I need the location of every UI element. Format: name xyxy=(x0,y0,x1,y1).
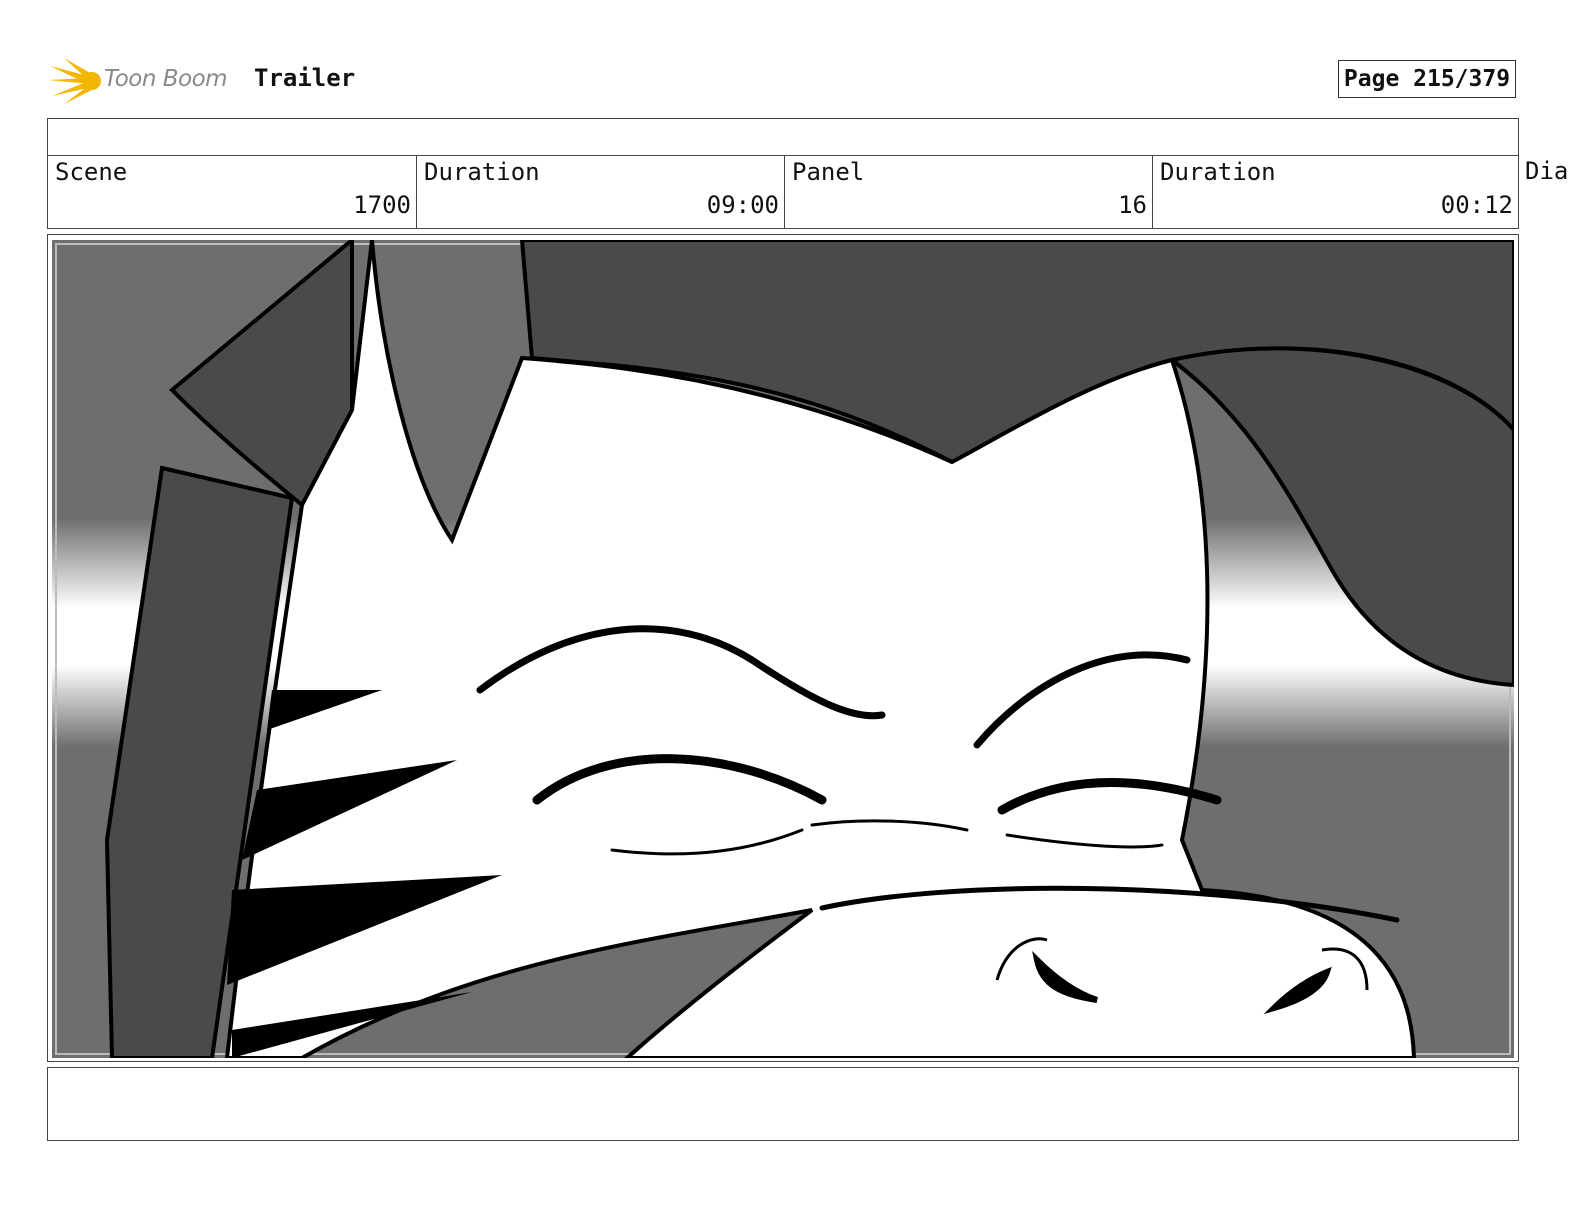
page-number: Page 215/379 xyxy=(1338,60,1516,98)
dialogue-label-clipped: Dia xyxy=(1525,157,1569,185)
panel-duration-cell: Duration 00:12 xyxy=(1152,156,1518,228)
toon-boom-logo: Toon Boom xyxy=(48,52,240,108)
logo-wordmark: Toon Boom xyxy=(104,66,228,92)
panel-cell: Panel 16 xyxy=(784,156,1152,228)
panel-label: Panel xyxy=(792,158,865,186)
scene-duration-value: 09:00 xyxy=(706,191,779,219)
scene-label: Scene xyxy=(55,158,128,186)
panel-duration-label: Duration xyxy=(1160,158,1276,186)
project-title: Trailer xyxy=(254,64,356,92)
starburst-logo-icon xyxy=(48,58,101,104)
panel-value: 16 xyxy=(1118,191,1147,219)
scene-duration-cell: Duration 09:00 xyxy=(416,156,784,228)
panel-duration-value: 00:12 xyxy=(1440,191,1513,219)
scene-cell: Scene 1700 xyxy=(48,156,416,228)
storyboard-sketch-image xyxy=(52,240,1514,1058)
scene-info-row: Scene 1700 Duration 09:00 Panel 16 Durat… xyxy=(47,155,1519,229)
panel-caption-box xyxy=(47,1067,1519,1141)
scene-value: 1700 xyxy=(353,191,411,219)
scene-duration-label: Duration xyxy=(424,158,540,186)
sequence-header-row xyxy=(47,118,1519,156)
